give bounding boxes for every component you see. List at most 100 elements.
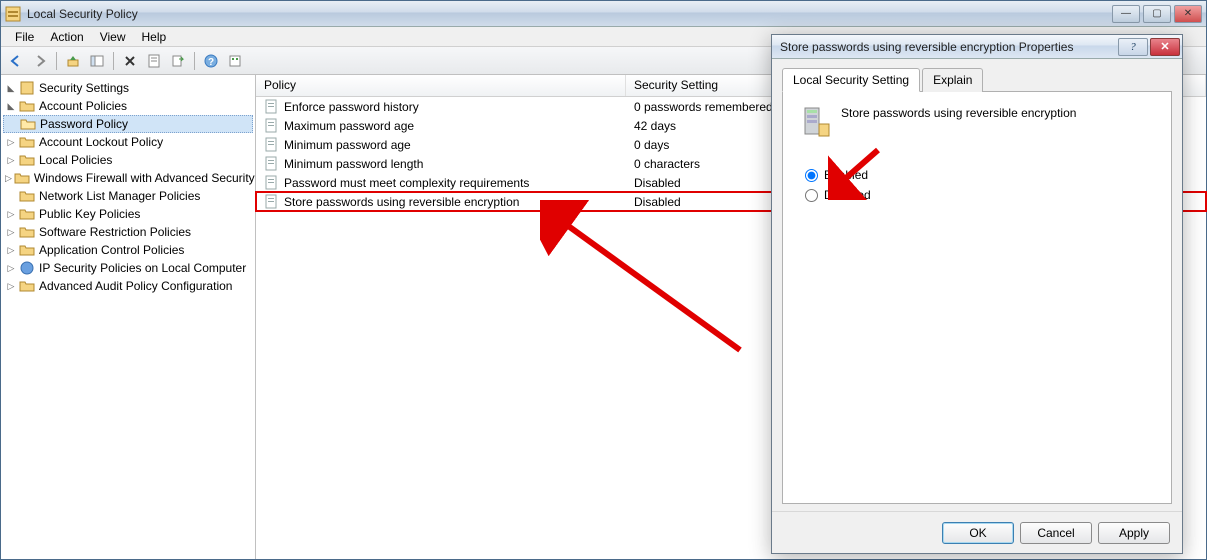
policy-setting: 0 characters bbox=[634, 157, 700, 171]
policy-icon bbox=[264, 99, 280, 115]
tree-local-policies[interactable]: ▷ Local Policies bbox=[3, 151, 253, 169]
folder-icon bbox=[19, 152, 35, 168]
policy-icon bbox=[264, 194, 280, 210]
menu-help[interactable]: Help bbox=[134, 28, 175, 46]
tree-label: Local Policies bbox=[39, 153, 112, 167]
policy-icon bbox=[264, 156, 280, 172]
tab-local-security-setting[interactable]: Local Security Setting bbox=[782, 68, 920, 92]
policy-name: Enforce password history bbox=[284, 100, 419, 114]
menu-file[interactable]: File bbox=[7, 28, 42, 46]
tree-label: Windows Firewall with Advanced Security bbox=[34, 171, 255, 185]
policy-setting: Disabled bbox=[634, 176, 681, 190]
policy-name: Minimum password length bbox=[284, 157, 423, 171]
folder-icon bbox=[19, 224, 35, 240]
window-buttons: — ▢ ✕ bbox=[1112, 5, 1202, 23]
folder-icon bbox=[19, 134, 35, 150]
tree-application-control[interactable]: ▷ Application Control Policies bbox=[3, 241, 253, 259]
tree-label: Application Control Policies bbox=[39, 243, 184, 257]
column-policy[interactable]: Policy bbox=[256, 75, 626, 96]
menu-view[interactable]: View bbox=[92, 28, 134, 46]
tree-label: Network List Manager Policies bbox=[39, 189, 200, 203]
properties-button[interactable] bbox=[143, 50, 165, 72]
expand-icon[interactable]: ▷ bbox=[5, 280, 17, 292]
tree-public-key[interactable]: ▷Public Key Policies bbox=[3, 205, 253, 223]
tree-label: Advanced Audit Policy Configuration bbox=[39, 279, 232, 293]
expand-icon[interactable]: ▷ bbox=[5, 154, 17, 166]
policy-setting: 0 passwords remembered bbox=[634, 100, 773, 114]
up-button[interactable] bbox=[62, 50, 84, 72]
policy-setting: 42 days bbox=[634, 119, 676, 133]
show-hide-tree-button[interactable] bbox=[86, 50, 108, 72]
expand-icon[interactable]: ▷ bbox=[5, 226, 17, 238]
dialog-button-bar: OK Cancel Apply bbox=[772, 511, 1182, 553]
radio-enabled-row[interactable]: Enabled bbox=[805, 168, 1155, 182]
collapse-icon[interactable]: ◣ bbox=[5, 82, 17, 94]
tree-account-policies[interactable]: ◣ Account Policies bbox=[3, 97, 253, 115]
expand-icon[interactable]: ▷ bbox=[5, 208, 17, 220]
tab-explain[interactable]: Explain bbox=[922, 68, 983, 92]
dialog-titlebar: Store passwords using reversible encrypt… bbox=[772, 35, 1182, 59]
radio-disabled[interactable] bbox=[805, 189, 818, 202]
folder-open-icon bbox=[20, 116, 36, 132]
tree-label: IP Security Policies on Local Computer bbox=[39, 261, 246, 275]
folder-icon bbox=[19, 206, 35, 222]
expand-icon[interactable]: ▷ bbox=[5, 244, 17, 256]
tree-advanced-audit[interactable]: ▷ Advanced Audit Policy Configuration bbox=[3, 277, 253, 295]
back-button[interactable] bbox=[5, 50, 27, 72]
tree-label: Account Policies bbox=[39, 99, 127, 113]
tree-windows-firewall[interactable]: ▷ Windows Firewall with Advanced Security bbox=[3, 169, 253, 187]
expander-blank bbox=[6, 118, 18, 130]
minimize-button[interactable]: — bbox=[1112, 5, 1140, 23]
tree-password-policy[interactable]: Password Policy bbox=[3, 115, 253, 133]
expand-icon[interactable]: ▷ bbox=[5, 262, 17, 274]
dialog-body: Local Security Setting Explain Store pas… bbox=[772, 59, 1182, 511]
policy-name: Minimum password age bbox=[284, 138, 411, 152]
radio-enabled[interactable] bbox=[805, 169, 818, 182]
expand-icon[interactable]: ▷ bbox=[5, 136, 17, 148]
policy-name: Password must meet complexity requiremen… bbox=[284, 176, 529, 190]
ok-button[interactable]: OK bbox=[942, 522, 1014, 544]
tree-root[interactable]: ◣ Security Settings bbox=[3, 79, 253, 97]
policy-name: Maximum password age bbox=[284, 119, 414, 133]
forward-button[interactable] bbox=[29, 50, 51, 72]
policy-setting: Disabled bbox=[634, 195, 681, 209]
tree-software-restriction[interactable]: ▷ Software Restriction Policies bbox=[3, 223, 253, 241]
maximize-button[interactable]: ▢ bbox=[1143, 5, 1171, 23]
tree-label: Security Settings bbox=[39, 81, 129, 95]
dialog-help-button[interactable]: ? bbox=[1118, 38, 1148, 56]
refresh-button[interactable] bbox=[224, 50, 246, 72]
expander-blank bbox=[5, 190, 17, 202]
dialog-tabs: Local Security Setting Explain bbox=[782, 67, 1172, 92]
security-icon bbox=[19, 80, 35, 96]
delete-button[interactable] bbox=[119, 50, 141, 72]
collapse-icon[interactable]: ◣ bbox=[5, 100, 17, 112]
menu-action[interactable]: Action bbox=[42, 28, 91, 46]
apply-button[interactable]: Apply bbox=[1098, 522, 1170, 544]
policy-icon bbox=[264, 175, 280, 191]
tree-ip-security[interactable]: ▷ IP Security Policies on Local Computer bbox=[3, 259, 253, 277]
radio-disabled-row[interactable]: Disabled bbox=[805, 188, 1155, 202]
folder-icon bbox=[19, 278, 35, 294]
svg-text:?: ? bbox=[208, 57, 214, 68]
dialog-close-button[interactable]: ✕ bbox=[1150, 38, 1180, 56]
policy-icon bbox=[264, 137, 280, 153]
radio-enabled-label: Enabled bbox=[824, 168, 868, 182]
close-button[interactable]: ✕ bbox=[1174, 5, 1202, 23]
policy-icon bbox=[264, 118, 280, 134]
dialog-title: Store passwords using reversible encrypt… bbox=[780, 40, 1116, 54]
tree-network-list[interactable]: Network List Manager Policies bbox=[3, 187, 253, 205]
folder-icon bbox=[19, 188, 35, 204]
properties-dialog: Store passwords using reversible encrypt… bbox=[771, 34, 1183, 554]
tree-label: Account Lockout Policy bbox=[39, 135, 163, 149]
tree-account-lockout-policy[interactable]: ▷ Account Lockout Policy bbox=[3, 133, 253, 151]
folder-icon bbox=[19, 98, 35, 114]
export-button[interactable] bbox=[167, 50, 189, 72]
cancel-button[interactable]: Cancel bbox=[1020, 522, 1092, 544]
folder-icon bbox=[14, 170, 30, 186]
radio-disabled-label: Disabled bbox=[824, 188, 871, 202]
toolbar-separator bbox=[194, 52, 195, 70]
help-button[interactable]: ? bbox=[200, 50, 222, 72]
expand-icon[interactable]: ▷ bbox=[5, 172, 12, 184]
tree-panel: ◣ Security Settings ◣ Account Policies bbox=[1, 75, 256, 559]
tree-label: Software Restriction Policies bbox=[39, 225, 191, 239]
